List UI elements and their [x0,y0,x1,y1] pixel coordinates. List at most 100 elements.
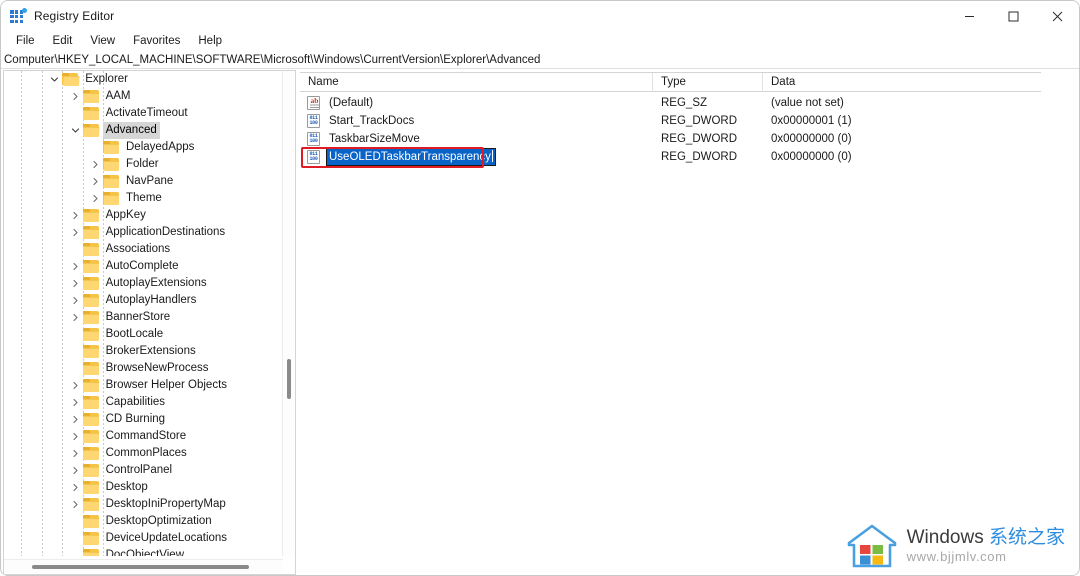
chevron-right-icon[interactable] [69,88,82,105]
column-header-type[interactable]: Type [653,73,763,92]
tree-item-desktopoptimization[interactable]: DesktopOptimization [4,513,283,530]
chevron-right-icon[interactable] [69,275,82,292]
tree-item-applicationdestinations[interactable]: ApplicationDestinations [4,224,283,241]
value-row[interactable]: ab (Default) REG_SZ (value not set) [300,94,1041,112]
value-name-edit-field[interactable]: UseOLEDTaskbarTransparency [326,148,496,166]
folder-icon [82,124,100,137]
value-data-cell: (value not set) [771,97,844,109]
tree-item-label: Theme [126,192,162,204]
value-name-cell[interactable]: 011 100 Start_TrackDocs [300,112,653,130]
tree-item-navpane[interactable]: NavPane [4,173,283,190]
chevron-right-icon[interactable] [69,309,82,326]
tree-item-folder[interactable]: Folder [4,156,283,173]
tree-item-autocomplete[interactable]: AutoComplete [4,258,283,275]
folder-icon [103,141,120,154]
tree-vertical-scrollbar[interactable] [282,71,294,556]
tree-item-brokerextensions[interactable]: BrokerExtensions [4,343,283,360]
tree-item-label: DocObjectView [105,549,184,556]
tree-item-deviceupdatelocations[interactable]: DeviceUpdateLocations [4,530,283,547]
value-name-cell[interactable]: 011 100 UseOLEDTaskbarTransparency [300,148,653,166]
chevron-right-icon[interactable] [89,156,102,173]
menu-view[interactable]: View [81,33,124,49]
tree-item-docobjectview[interactable]: DocObjectView [4,547,283,556]
tree-item-label: AppKey [105,209,146,221]
tree-item-aam[interactable]: AAM [4,88,283,105]
chevron-right-icon[interactable] [69,394,82,411]
tree-item-associations[interactable]: Associations [4,241,283,258]
tree-item-desktop[interactable]: Desktop [4,479,283,496]
tree-item-bootlocale[interactable]: BootLocale [4,326,283,343]
tree-item-label: ActivateTimeout [105,107,188,119]
tree-vertical-scroll-thumb[interactable] [287,359,291,399]
value-type-cell: REG_DWORD [661,151,738,163]
maximize-button[interactable] [991,1,1035,31]
chevron-right-icon[interactable] [69,292,82,309]
folder-icon [82,362,100,375]
menu-help[interactable]: Help [189,33,231,49]
tree-item-activatetimeout[interactable]: ActivateTimeout [4,105,283,122]
tree-item-browser-helper-objects[interactable]: Browser Helper Objects [4,377,283,394]
tree-item-controlpanel[interactable]: ControlPanel [4,462,283,479]
title-bar: Registry Editor [1,1,1079,31]
tree-item-bannerstore[interactable]: BannerStore [4,309,283,326]
tree-item-label: Desktop [105,481,148,493]
tree-item-delayedapps[interactable]: DelayedApps [4,139,283,156]
dword-value-icon: 011 100 [307,114,321,128]
column-header-name[interactable]: Name [300,73,653,92]
window-title: Registry Editor [34,9,115,23]
tree-item-label: AAM [105,90,131,102]
chevron-right-icon[interactable] [69,224,82,241]
chevron-right-icon[interactable] [69,496,82,513]
chevron-right-icon[interactable] [69,428,82,445]
tree-item-browsenewprocess[interactable]: BrowseNewProcess [4,360,283,377]
value-row[interactable]: 011 100 Start_TrackDocs REG_DWORD 0x00000001… [300,112,1041,130]
chevron-right-icon[interactable] [69,445,82,462]
tree-item-theme[interactable]: Theme [4,190,283,207]
chevron-right-icon[interactable] [89,190,102,207]
chevron-right-icon[interactable] [89,173,102,190]
folder-icon [82,413,100,426]
tree-item-autoplayhandlers[interactable]: AutoplayHandlers [4,292,283,309]
content-area: Explorer AAM ActivateTimeout Advanced Delaye… [1,70,1079,575]
tree-item-appkey[interactable]: AppKey [4,207,283,224]
tree-item-commandstore[interactable]: CommandStore [4,428,283,445]
chevron-right-icon[interactable] [69,207,82,224]
tree-item-label: Explorer [85,73,129,85]
value-row[interactable]: 011 100 UseOLEDTaskbarTransparency REG_DWOR… [300,148,1041,166]
tree-item-capabilities[interactable]: Capabilities [4,394,283,411]
address-bar[interactable]: Computer\HKEY_LOCAL_MACHINE\SOFTWARE\Mic… [1,51,1079,69]
tree-item-desktopinipropertymap[interactable]: DesktopIniPropertyMap [4,496,283,513]
menu-favorites[interactable]: Favorites [124,33,189,49]
column-header-data[interactable]: Data [763,73,1041,92]
value-name-cell[interactable]: ab (Default) [300,94,653,112]
minimize-button[interactable] [947,1,991,31]
tree-item-label: NavPane [126,175,174,187]
folder-icon [82,396,100,409]
tree-item-cd-burning[interactable]: CD Burning [4,411,283,428]
tree-item-explorer[interactable]: Explorer [4,71,283,88]
menu-file[interactable]: File [7,33,44,49]
tree-item-advanced[interactable]: Advanced [4,122,283,139]
value-name-label: TaskbarSizeMove [329,133,420,145]
chevron-right-icon[interactable] [69,479,82,496]
tree-item-label: AutoplayHandlers [105,294,197,306]
chevron-down-icon[interactable] [69,122,82,139]
close-button[interactable] [1035,1,1079,31]
tree-item-label: Capabilities [105,396,166,408]
chevron-right-icon[interactable] [69,377,82,394]
menu-edit[interactable]: Edit [44,33,82,49]
tree-horizontal-scrollbar[interactable] [4,559,283,573]
folder-icon [82,345,100,358]
value-row[interactable]: 011 100 TaskbarSizeMove REG_DWORD 0x00000000… [300,130,1041,148]
chevron-right-icon[interactable] [69,258,82,275]
tree-horizontal-scroll-thumb[interactable] [32,565,249,569]
chevron-down-icon[interactable] [48,71,61,88]
tree-scroll-viewport: Explorer AAM ActivateTimeout Advanced Delaye… [4,71,283,556]
tree-item-autoplayextensions[interactable]: AutoplayExtensions [4,275,283,292]
tree-item-label: DesktopIniPropertyMap [105,498,226,510]
value-name-cell[interactable]: 011 100 TaskbarSizeMove [300,130,653,148]
tree-item-commonplaces[interactable]: CommonPlaces [4,445,283,462]
chevron-right-icon[interactable] [69,462,82,479]
chevron-right-icon[interactable] [69,411,82,428]
registry-tree: Explorer AAM ActivateTimeout Advanced Delaye… [4,71,283,556]
